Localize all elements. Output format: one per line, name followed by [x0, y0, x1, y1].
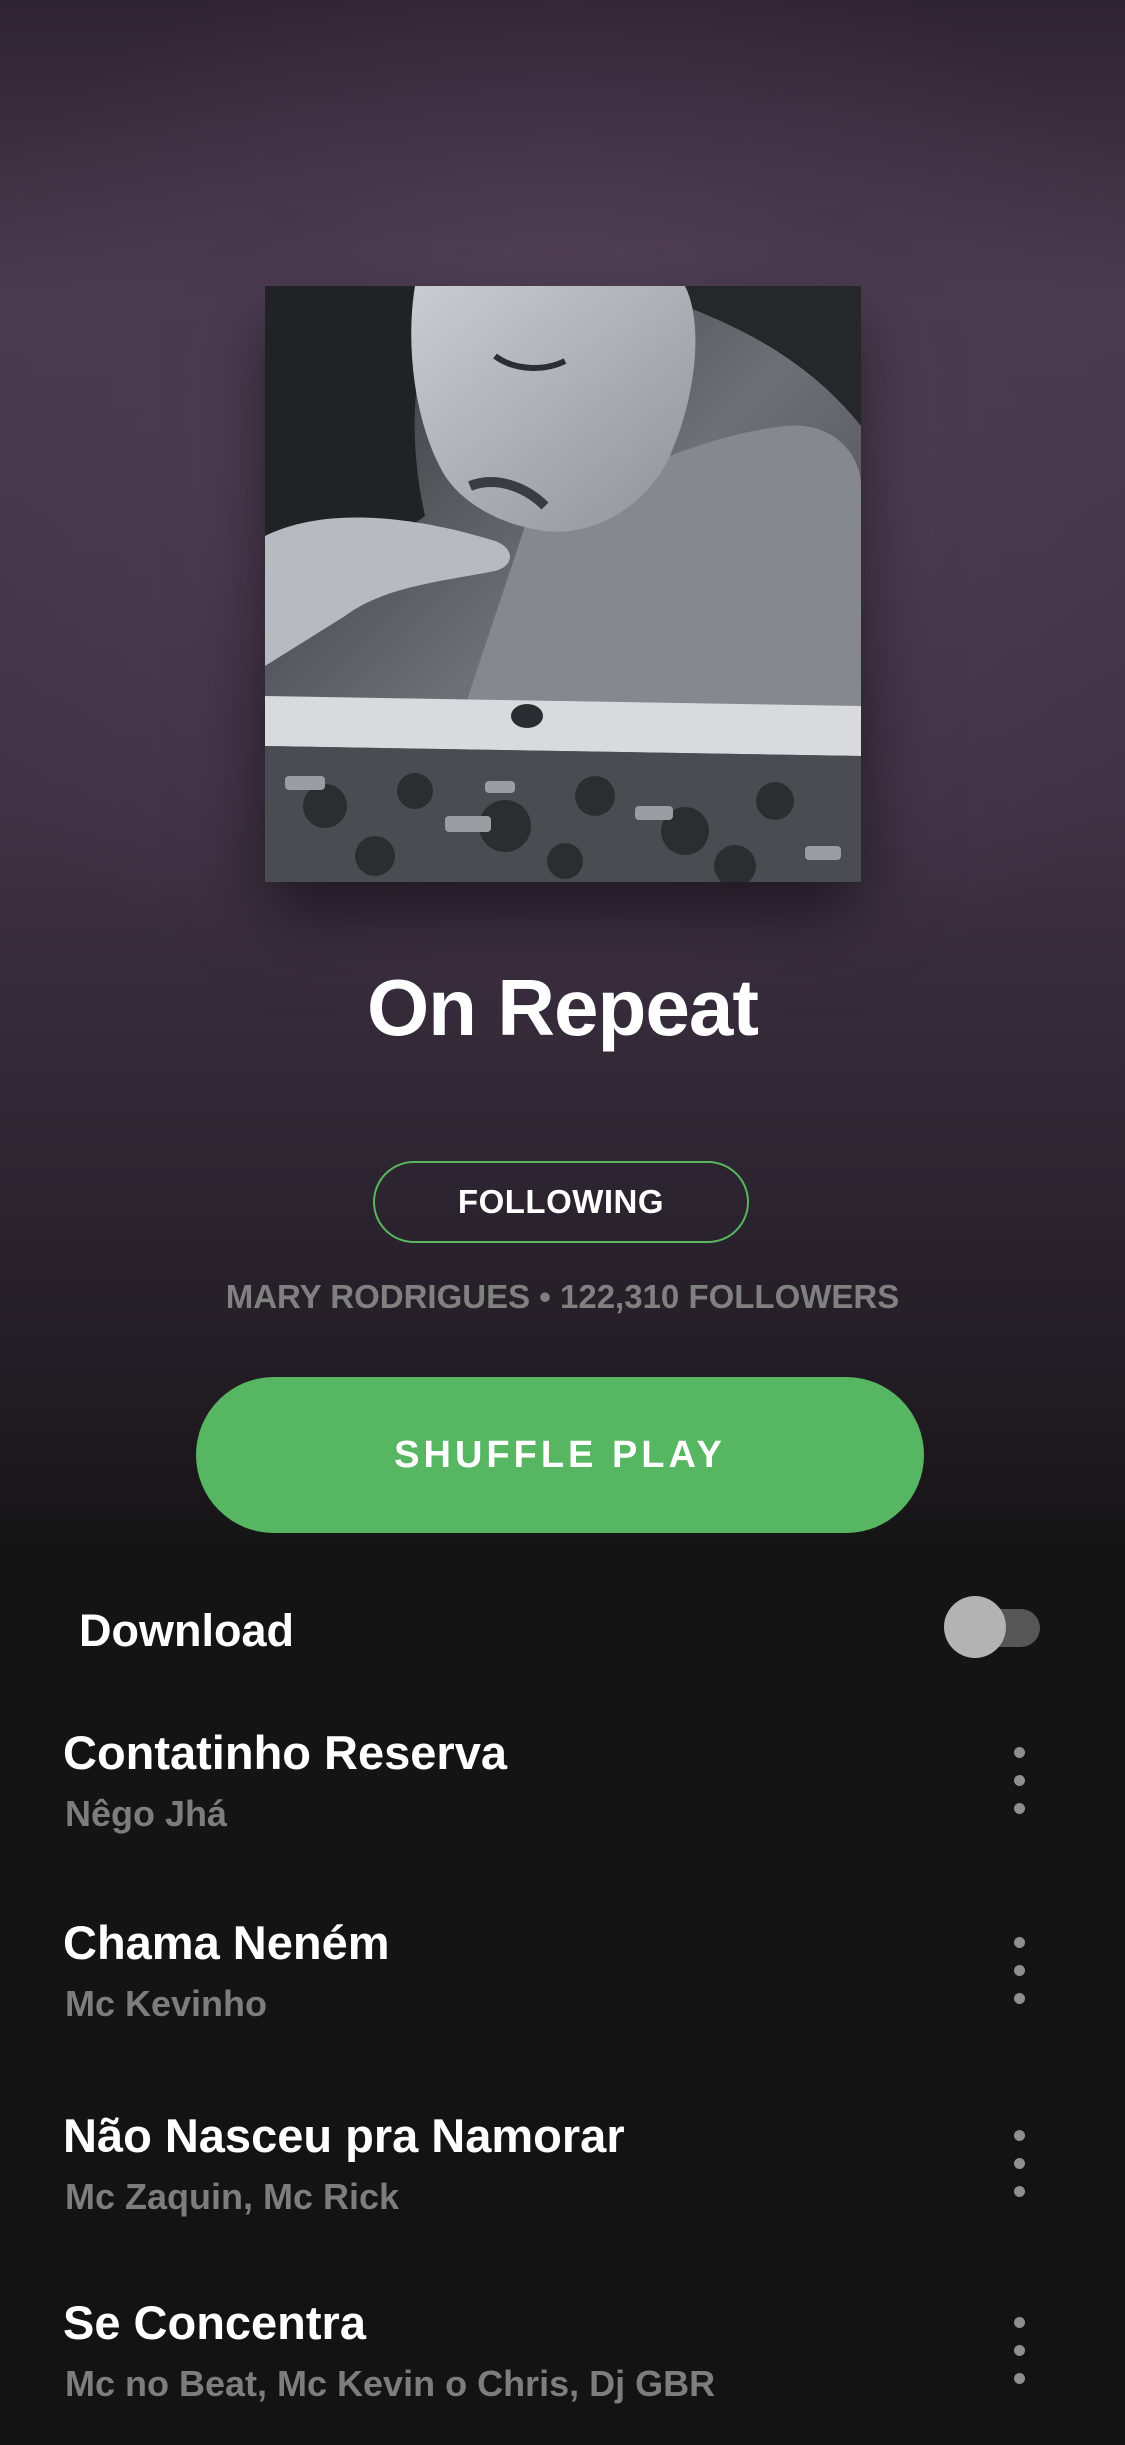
following-button[interactable]: FOLLOWING: [373, 1161, 749, 1243]
playlist-owner-followers: MARY RODRIGUES • 122,310 FOLLOWERS: [225, 1278, 900, 1315]
track-row[interactable]: Não Nasceu pra Namorar Mc Zaquin, Mc Ric…: [0, 2108, 1125, 2258]
track-artist: Nêgo Jhá: [65, 1793, 228, 1834]
track-artist: Mc Zaquin, Mc Rick: [65, 2176, 400, 2217]
download-label: Download: [79, 1605, 294, 1656]
track-row[interactable]: Se Concentra Mc no Beat, Mc Kevin o Chri…: [0, 2295, 1125, 2445]
playlist-screen: On Repeat FOLLOWING MARY RODRIGUES • 122…: [0, 0, 1125, 2436]
track-artist: Mc Kevinho: [65, 1983, 268, 2024]
playlist-cover-image: [265, 286, 861, 882]
track-title: Chama Neném: [63, 1916, 390, 1969]
track-title: Se Concentra: [63, 2296, 366, 2349]
playlist-title: On Repeat: [366, 963, 759, 1052]
download-toggle[interactable]: [944, 1596, 1040, 1658]
more-vertical-icon[interactable]: [1008, 1937, 1032, 2005]
more-vertical-icon[interactable]: [1008, 2130, 1032, 2198]
track-row[interactable]: Chama Neném Mc Kevinho: [0, 1915, 1125, 2065]
more-vertical-icon[interactable]: [1008, 1747, 1032, 1815]
track-artist: Mc no Beat, Mc Kevin o Chris, Dj GBR: [65, 2363, 716, 2404]
toggle-knob: [944, 1596, 1006, 1658]
more-vertical-icon[interactable]: [1008, 2317, 1032, 2385]
shuffle-play-button[interactable]: SHUFFLE PLAY: [196, 1377, 924, 1533]
track-row[interactable]: Contatinho Reserva Nêgo Jhá: [0, 1725, 1125, 1875]
track-title: Contatinho Reserva: [63, 1726, 507, 1779]
track-title: Não Nasceu pra Namorar: [63, 2109, 625, 2162]
